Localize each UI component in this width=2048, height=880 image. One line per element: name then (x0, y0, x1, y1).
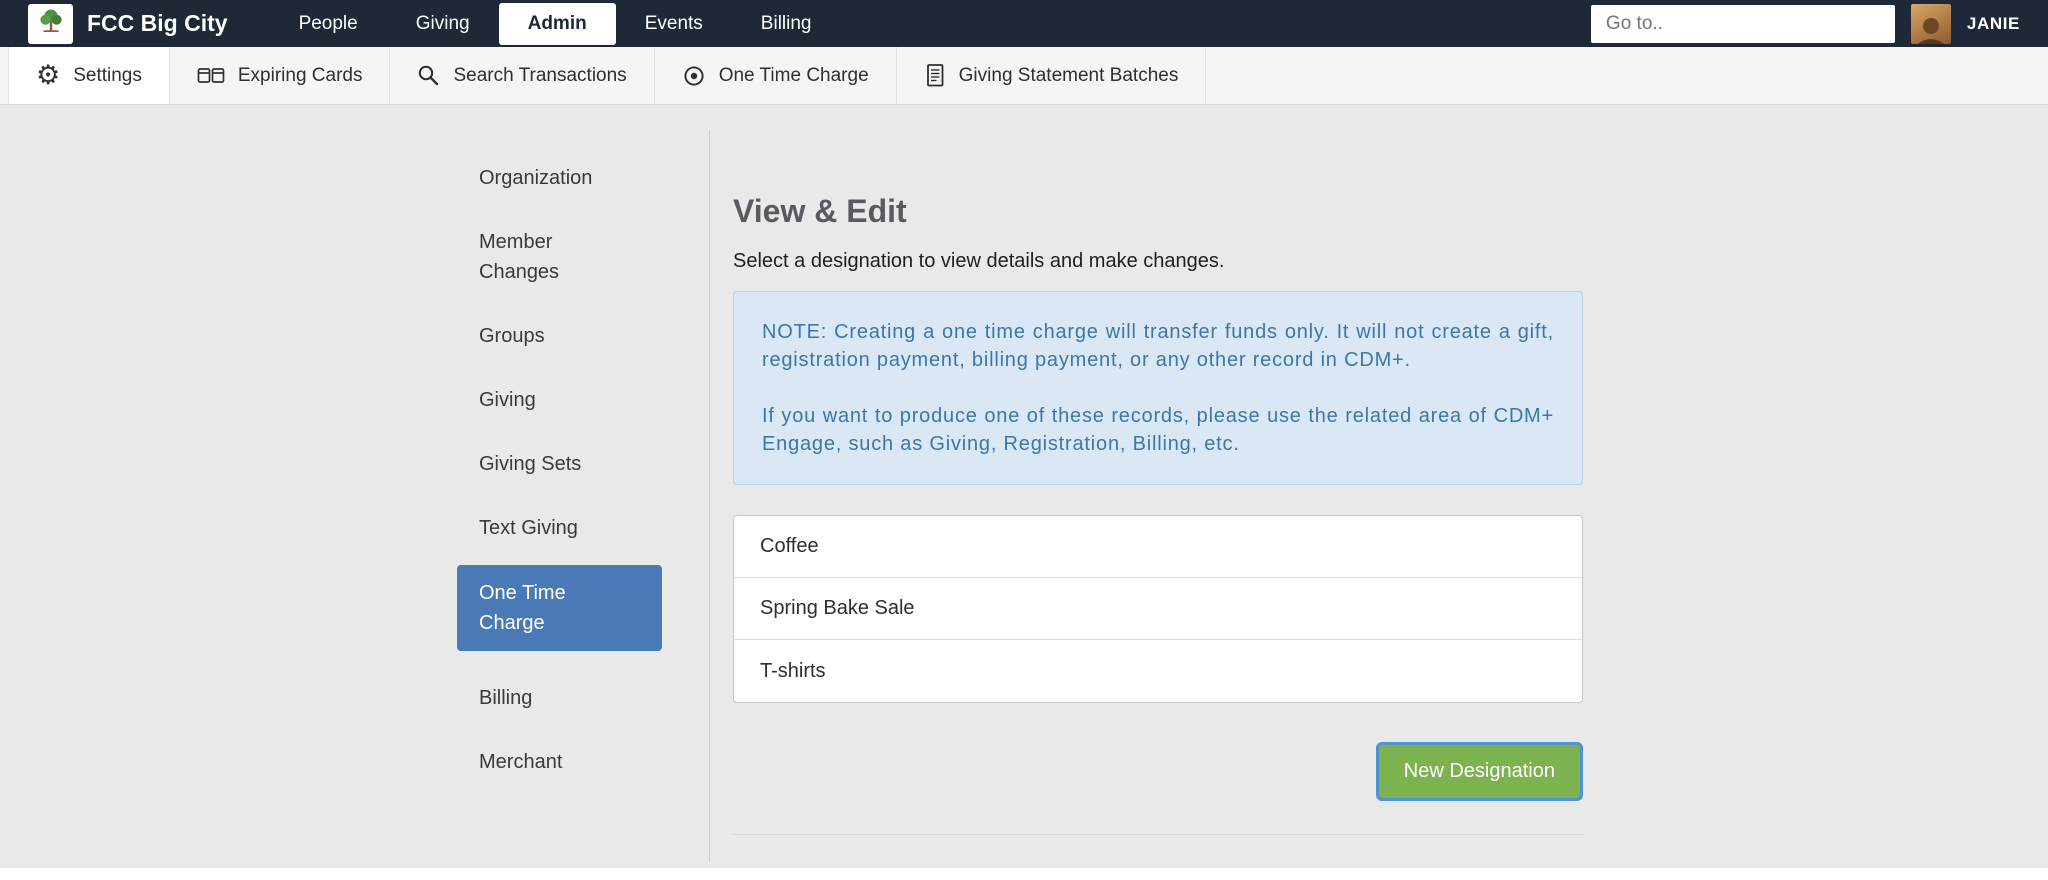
list-item[interactable]: T-shirts (734, 640, 1582, 702)
user-name[interactable]: JANIE (1967, 14, 2020, 34)
sidebar-item-label: Merchant (479, 747, 611, 777)
button-row: New Designation (733, 745, 1583, 798)
toolbar-giving-statement-batches-label: Giving Statement Batches (959, 65, 1179, 87)
sidebar-item-label: Organization (479, 163, 611, 193)
gear-icon: ⚙ (36, 62, 60, 89)
sidebar-item-groups[interactable]: Groups (457, 321, 662, 351)
toolbar-expiring-cards-label: Expiring Cards (238, 65, 363, 87)
page-subtitle: Select a designation to view details and… (733, 250, 1583, 273)
new-designation-button[interactable]: New Designation (1379, 745, 1580, 798)
sidebar-item-label: One Time Charge (479, 578, 611, 638)
toolbar-one-time-charge-label: One Time Charge (719, 65, 869, 87)
nav-people[interactable]: People (270, 3, 387, 45)
nav-billing[interactable]: Billing (732, 3, 841, 45)
toolbar-settings[interactable]: ⚙ Settings (8, 47, 170, 104)
sidebar-item-label: Text Giving (479, 513, 611, 543)
goto-input[interactable] (1591, 5, 1895, 43)
list-item[interactable]: Spring Bake Sale (734, 578, 1582, 640)
note-box: NOTE: Creating a one time charge will tr… (733, 291, 1583, 485)
sidebar-item-label: Groups (479, 321, 611, 351)
person-silhouette-icon (1911, 16, 1951, 44)
toolbar-expiring-cards[interactable]: Expiring Cards (170, 47, 391, 104)
toolbar-settings-label: Settings (73, 65, 142, 87)
note-paragraph-2: If you want to produce one of these reco… (762, 402, 1554, 458)
vertical-divider (709, 130, 710, 862)
sidebar-item-giving[interactable]: Giving (457, 385, 662, 415)
charge-icon (682, 64, 706, 88)
top-header: FCC Big City People Giving Admin Events … (0, 0, 2048, 47)
toolbar-giving-statement-batches[interactable]: Giving Statement Batches (897, 47, 1207, 104)
cards-icon (197, 65, 225, 87)
sidebar-item-label: Member Changes (479, 227, 611, 287)
sidebar-item-label: Giving (479, 385, 611, 415)
sidebar-item-text-giving[interactable]: Text Giving (457, 513, 662, 543)
page: FCC Big City People Giving Admin Events … (0, 0, 2048, 880)
settings-sidebar: Organization Member Changes Groups Givin… (457, 163, 662, 811)
main-panel: View & Edit Select a designation to view… (733, 105, 1583, 835)
sidebar-item-member-changes[interactable]: Member Changes (457, 227, 662, 287)
main-nav: People Giving Admin Events Billing (270, 3, 841, 45)
tree-icon (36, 6, 66, 41)
page-title: View & Edit (733, 193, 1583, 230)
sidebar-item-giving-sets[interactable]: Giving Sets (457, 449, 662, 479)
note-paragraph-1: NOTE: Creating a one time charge will tr… (762, 318, 1554, 374)
sidebar-item-organization[interactable]: Organization (457, 163, 662, 193)
toolbar-search-transactions[interactable]: Search Transactions (390, 47, 654, 104)
nav-giving[interactable]: Giving (387, 3, 499, 45)
header-right: JANIE (1591, 4, 2020, 44)
sidebar-item-merchant[interactable]: Merchant (457, 747, 662, 777)
sidebar-item-billing[interactable]: Billing (457, 683, 662, 713)
bottom-divider (733, 834, 1583, 835)
search-icon (417, 64, 440, 87)
admin-toolbar: ⚙ Settings Expiring Cards Search (0, 47, 2048, 105)
document-icon (924, 63, 946, 88)
content-area: Organization Member Changes Groups Givin… (0, 105, 2048, 868)
toolbar-search-transactions-label: Search Transactions (453, 65, 626, 87)
brand-title: FCC Big City (87, 10, 228, 37)
org-logo[interactable] (28, 4, 73, 44)
sidebar-item-one-time-charge[interactable]: One Time Charge (457, 565, 662, 651)
toolbar-one-time-charge[interactable]: One Time Charge (655, 47, 897, 104)
avatar[interactable] (1911, 4, 1951, 44)
list-item[interactable]: Coffee (734, 516, 1582, 578)
nav-admin[interactable]: Admin (499, 3, 616, 45)
designation-list: Coffee Spring Bake Sale T-shirts (733, 515, 1583, 703)
nav-events[interactable]: Events (616, 3, 732, 45)
sidebar-item-label: Giving Sets (479, 449, 611, 479)
sidebar-item-label: Billing (479, 683, 611, 713)
